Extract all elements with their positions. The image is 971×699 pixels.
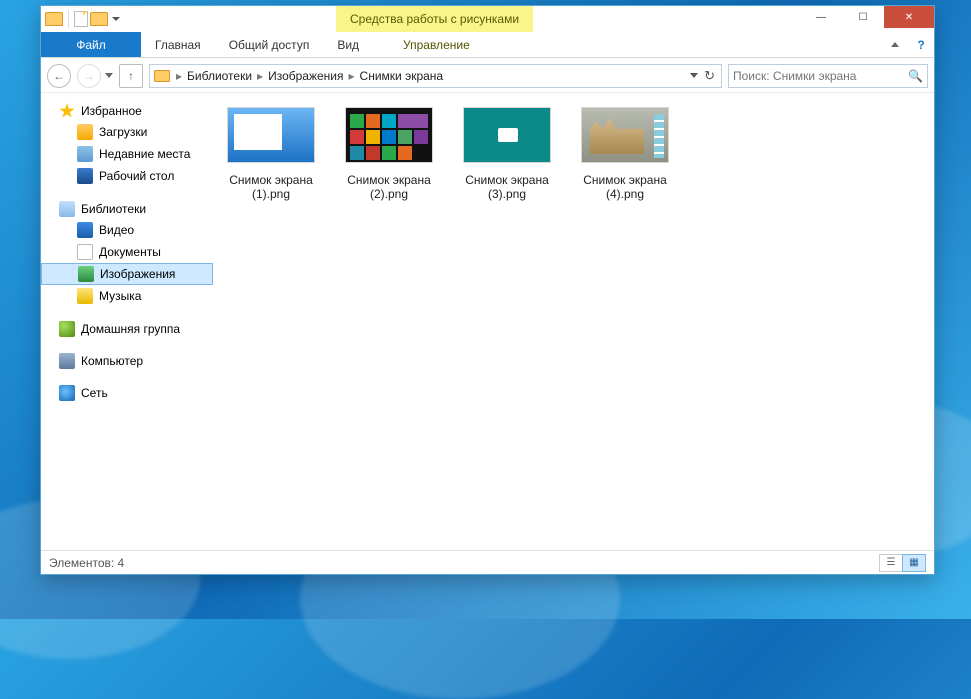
document-icon: [77, 244, 93, 260]
address-bar[interactable]: ▸ Библиотеки ▸ Изображения ▸ Снимки экра…: [149, 64, 722, 88]
history-dropdown-icon[interactable]: [105, 73, 113, 78]
breadcrumb-pictures[interactable]: Изображения: [265, 69, 346, 83]
video-icon: [77, 222, 93, 238]
address-dropdown-icon[interactable]: [690, 73, 698, 78]
up-button[interactable]: ↑: [119, 64, 143, 88]
tab-manage[interactable]: Управление: [389, 32, 484, 57]
homegroup-icon: [59, 321, 75, 337]
nav-recent[interactable]: Недавние места: [41, 143, 213, 165]
qat-properties-icon[interactable]: [74, 11, 88, 27]
nav-homegroup[interactable]: Домашняя группа: [41, 319, 213, 339]
nav-pictures[interactable]: Изображения: [41, 263, 213, 285]
network-icon: [59, 385, 75, 401]
help-icon[interactable]: ?: [908, 32, 934, 57]
file-name: Снимок экрана (3).png: [457, 173, 557, 201]
file-item[interactable]: Снимок экрана (4).png: [575, 107, 675, 201]
file-name: Снимок экрана (1).png: [221, 173, 321, 201]
nav-libraries[interactable]: Библиотеки: [41, 199, 213, 219]
recent-places-icon: [77, 146, 93, 162]
qat-newfolder-icon[interactable]: [90, 12, 108, 26]
chevron-right-icon[interactable]: ▸: [174, 69, 184, 83]
forward-button[interactable]: →: [77, 64, 101, 88]
title-bar: Снимки экрана Средства работы с рисункам…: [41, 6, 934, 32]
music-icon: [77, 288, 93, 304]
ribbon-expand-icon[interactable]: [882, 32, 908, 57]
file-item[interactable]: Снимок экрана (3).png: [457, 107, 557, 201]
downloads-icon: [77, 124, 93, 140]
libraries-icon: [59, 201, 75, 217]
nav-desktop[interactable]: Рабочий стол: [41, 165, 213, 187]
close-button[interactable]: ✕: [884, 6, 934, 28]
file-name: Снимок экрана (2).png: [339, 173, 439, 201]
pictures-icon: [78, 266, 94, 282]
nav-computer[interactable]: Компьютер: [41, 351, 213, 371]
view-details-button[interactable]: ☰: [879, 554, 903, 572]
file-thumbnail: [345, 107, 433, 163]
file-item[interactable]: Снимок экрана (1).png: [221, 107, 321, 201]
file-name: Снимок экрана (4).png: [575, 173, 675, 201]
contextual-tab-title: Средства работы с рисунками: [336, 6, 533, 32]
refresh-icon[interactable]: ↻: [704, 68, 715, 84]
search-input[interactable]: [733, 69, 908, 83]
nav-documents[interactable]: Документы: [41, 241, 213, 263]
navigation-pane: Избранное Загрузки Недавние места Рабочи…: [41, 93, 213, 550]
search-icon[interactable]: 🔍: [908, 69, 923, 83]
file-thumbnail: [463, 107, 551, 163]
computer-icon: [59, 353, 75, 369]
nav-music[interactable]: Музыка: [41, 285, 213, 307]
nav-network[interactable]: Сеть: [41, 383, 213, 403]
tab-home[interactable]: Главная: [141, 32, 215, 57]
ribbon-tabs: Файл Главная Общий доступ Вид Управление…: [41, 32, 934, 58]
explorer-window: Снимки экрана Средства работы с рисункам…: [40, 5, 935, 575]
minimize-button[interactable]: —: [800, 6, 842, 28]
back-button[interactable]: ←: [47, 64, 71, 88]
file-thumbnail: [227, 107, 315, 163]
file-list[interactable]: Снимок экрана (1).png: [213, 93, 934, 550]
address-folder-icon: [154, 70, 170, 82]
nav-videos[interactable]: Видео: [41, 219, 213, 241]
breadcrumb-screenshots[interactable]: Снимки экрана: [357, 69, 447, 83]
maximize-button[interactable]: ☐: [842, 6, 884, 28]
navigation-bar: ← → ↑ ▸ Библиотеки ▸ Изображения ▸ Снимк…: [41, 58, 934, 92]
status-bar: Элементов: 4 ☰ ▦: [41, 550, 934, 574]
file-thumbnail: [581, 107, 669, 163]
breadcrumb-libraries[interactable]: Библиотеки: [184, 69, 255, 83]
desktop-icon: [77, 168, 93, 184]
star-icon: [59, 103, 75, 119]
chevron-right-icon[interactable]: ▸: [255, 69, 265, 83]
qat-dropdown-icon[interactable]: [112, 17, 120, 21]
view-icons-button[interactable]: ▦: [902, 554, 926, 572]
tab-view[interactable]: Вид: [323, 32, 373, 57]
nav-downloads[interactable]: Загрузки: [41, 121, 213, 143]
tab-share[interactable]: Общий доступ: [215, 32, 324, 57]
nav-favorites[interactable]: Избранное: [41, 101, 213, 121]
tab-file[interactable]: Файл: [41, 32, 141, 57]
search-box[interactable]: 🔍: [728, 64, 928, 88]
app-icon: [45, 12, 63, 26]
status-item-count: Элементов: 4: [49, 556, 124, 570]
quick-access-toolbar: [41, 10, 126, 28]
file-item[interactable]: Снимок экрана (2).png: [339, 107, 439, 201]
chevron-right-icon[interactable]: ▸: [347, 69, 357, 83]
